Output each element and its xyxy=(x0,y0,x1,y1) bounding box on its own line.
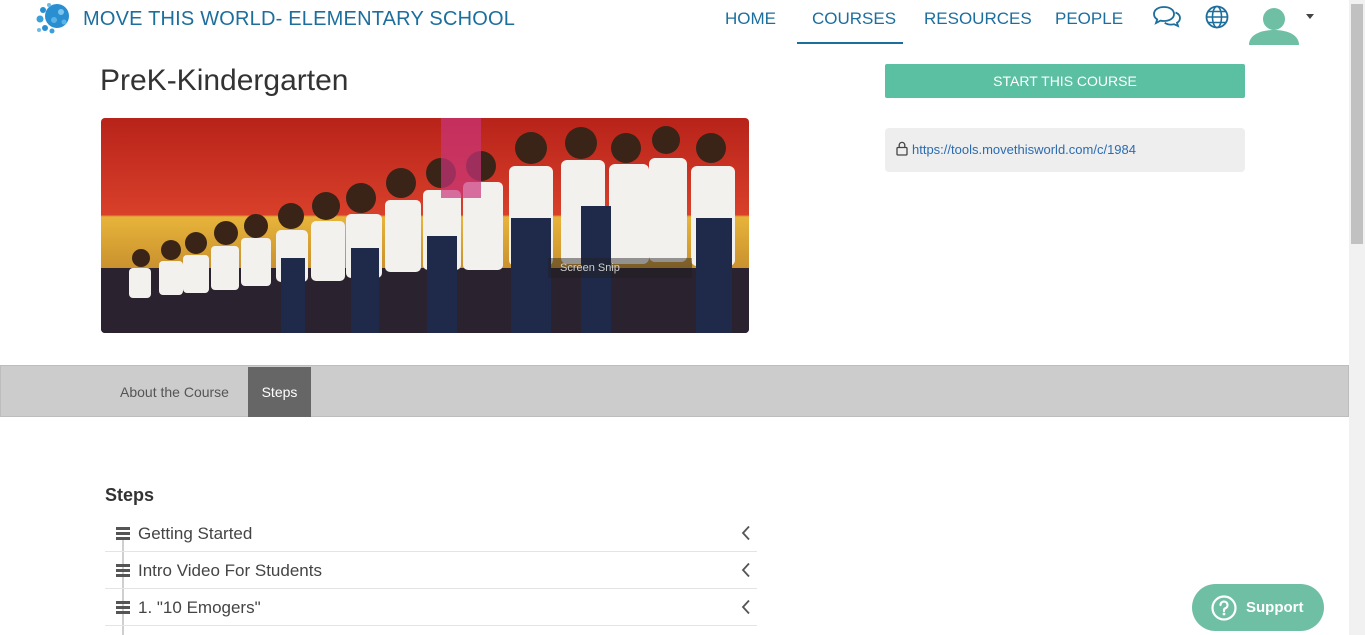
tab-about-the-course[interactable]: About the Course xyxy=(120,367,229,417)
screen-snip-overlay: Screen Snip xyxy=(548,258,692,278)
course-url-box: https://tools.movethisworld.com/c/1984 xyxy=(885,128,1245,172)
logo-icon[interactable] xyxy=(35,2,71,36)
nav-resources[interactable]: RESOURCES xyxy=(924,9,1032,29)
top-header: MOVE THIS WORLD- ELEMENTARY SCHOOL HOME … xyxy=(0,0,1349,45)
support-button[interactable]: Support xyxy=(1192,584,1324,631)
steps-heading: Steps xyxy=(105,485,155,505)
step-item[interactable]: 1. "10 Emogers" xyxy=(105,589,757,626)
page: MOVE THIS WORLD- ELEMENTARY SCHOOL HOME … xyxy=(0,0,1365,635)
drag-handle-icon[interactable] xyxy=(116,601,130,614)
nav-home[interactable]: HOME xyxy=(725,9,776,29)
steps-list: Getting Started Intro Video For Students… xyxy=(105,515,757,626)
support-label: Support xyxy=(1246,599,1304,616)
caret-down-icon[interactable] xyxy=(1306,14,1314,19)
brand-title[interactable]: MOVE THIS WORLD- ELEMENTARY SCHOOL xyxy=(83,8,515,31)
step-label[interactable]: Getting Started xyxy=(138,524,252,544)
course-hero-image xyxy=(101,118,749,333)
step-item[interactable]: Getting Started xyxy=(105,515,757,552)
chat-icon[interactable] xyxy=(1151,4,1183,30)
step-label[interactable]: 1. "10 Emogers" xyxy=(138,598,261,618)
course-url-link[interactable]: https://tools.movethisworld.com/c/1984 xyxy=(912,142,1136,157)
start-course-button[interactable]: START THIS COURSE xyxy=(885,64,1245,98)
tab-steps[interactable]: Steps xyxy=(248,367,311,417)
chevron-left-icon[interactable] xyxy=(741,562,751,578)
drag-handle-icon[interactable] xyxy=(116,564,130,577)
user-avatar-icon[interactable] xyxy=(1248,5,1300,45)
lock-icon xyxy=(896,141,908,156)
nav-active-indicator xyxy=(797,42,903,44)
step-label[interactable]: Intro Video For Students xyxy=(138,561,322,581)
nav-courses[interactable]: COURSES xyxy=(812,9,896,29)
chevron-left-icon[interactable] xyxy=(741,599,751,615)
chevron-left-icon[interactable] xyxy=(741,525,751,541)
step-item[interactable]: Intro Video For Students xyxy=(105,552,757,589)
scrollbar-thumb[interactable] xyxy=(1351,4,1363,244)
drag-handle-icon[interactable] xyxy=(116,527,130,540)
course-title: PreK-Kindergarten xyxy=(100,64,349,97)
course-tab-bar: About the Course Steps xyxy=(0,365,1349,417)
nav-people[interactable]: PEOPLE xyxy=(1055,9,1123,29)
globe-icon[interactable] xyxy=(1204,4,1230,30)
help-icon xyxy=(1211,595,1237,621)
